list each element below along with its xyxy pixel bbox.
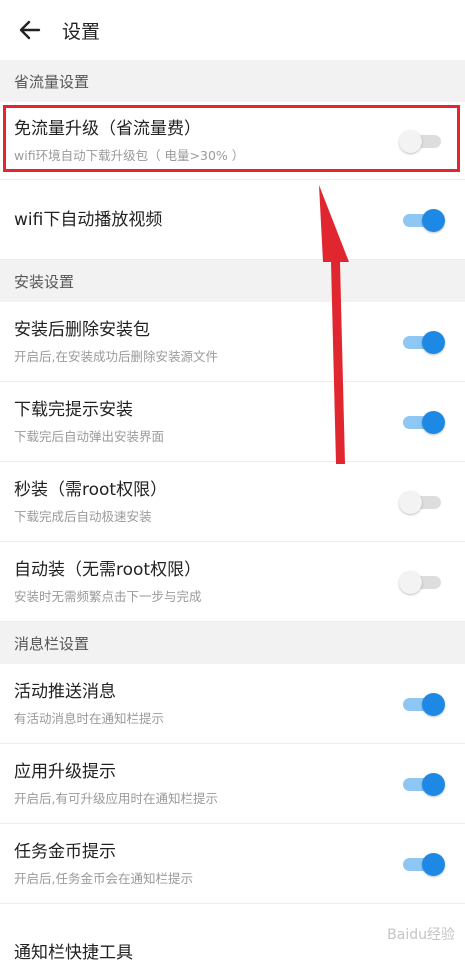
setting-row-partial-label[interactable]: 通知栏快捷工具: [14, 938, 133, 963]
setting-description: 开启后,任务金币会在通知栏提示: [14, 870, 193, 886]
setting-row-wifi-autoplay[interactable]: wifi下自动播放视频: [0, 180, 465, 260]
page-title: 设置: [62, 20, 101, 43]
toggle-switch[interactable]: [401, 410, 445, 434]
setting-description: 有活动消息时在通知栏提示: [14, 710, 165, 726]
setting-description: 安装时无需频繁点击下一步与完成: [14, 588, 202, 604]
setting-label: 自动装（无需root权限）: [14, 559, 202, 580]
setting-row-auto-install[interactable]: 自动装（无需root权限） 安装时无需频繁点击下一步与完成: [0, 542, 465, 622]
toggle-switch[interactable]: [401, 330, 445, 354]
app-header: 设置: [0, 0, 465, 60]
setting-row-free-upgrade[interactable]: 免流量升级（省流量费） wifi环境自动下载升级包（ 电量>30% ）: [0, 102, 465, 180]
setting-row-quick-install[interactable]: 秒装（需root权限） 下载完成后自动极速安装: [0, 462, 465, 542]
setting-description: 开启后,在安装成功后删除安装源文件: [14, 348, 218, 364]
toggle-switch[interactable]: [399, 490, 443, 514]
setting-row-delete-package[interactable]: 安装后删除安装包 开启后,在安装成功后删除安装源文件: [0, 302, 465, 382]
toggle-switch[interactable]: [401, 852, 445, 876]
setting-row-upgrade-prompt[interactable]: 应用升级提示 开启后,有可升级应用时在通知栏提示: [0, 744, 465, 824]
setting-row-push-messages[interactable]: 活动推送消息 有活动消息时在通知栏提示: [0, 664, 465, 744]
toggle-switch[interactable]: [401, 772, 445, 796]
setting-row-coin-prompt[interactable]: 任务金币提示 开启后,任务金币会在通知栏提示: [0, 824, 465, 904]
toggle-switch[interactable]: [399, 129, 443, 153]
setting-label: 任务金币提示: [14, 841, 116, 862]
setting-label: 活动推送消息: [14, 681, 116, 702]
setting-label: wifi下自动播放视频: [14, 209, 163, 230]
setting-description: 开启后,有可升级应用时在通知栏提示: [14, 790, 218, 806]
baidu-watermark: Baidu经验: [387, 927, 455, 943]
setting-label: 下载完提示安装: [14, 399, 133, 420]
setting-description: 下载完后自动弹出安装界面: [14, 428, 165, 444]
setting-row-prompt-install[interactable]: 下载完提示安装 下载完后自动弹出安装界面: [0, 382, 465, 462]
section-header-traffic: 省流量设置: [0, 60, 465, 102]
toggle-switch[interactable]: [399, 570, 443, 594]
arrow-left-icon[interactable]: [18, 18, 42, 42]
setting-description: wifi环境自动下载升级包（ 电量>30% ）: [14, 147, 245, 163]
setting-label: 秒装（需root权限）: [14, 479, 168, 500]
setting-label: 应用升级提示: [14, 761, 116, 782]
setting-description: 下载完成后自动极速安装: [14, 508, 152, 524]
section-header-notification: 消息栏设置: [0, 622, 465, 664]
toggle-switch[interactable]: [401, 208, 445, 232]
toggle-switch[interactable]: [401, 692, 445, 716]
setting-label: 免流量升级（省流量费）: [14, 118, 201, 139]
section-header-install: 安装设置: [0, 260, 465, 302]
setting-label: 安装后删除安装包: [14, 319, 150, 340]
